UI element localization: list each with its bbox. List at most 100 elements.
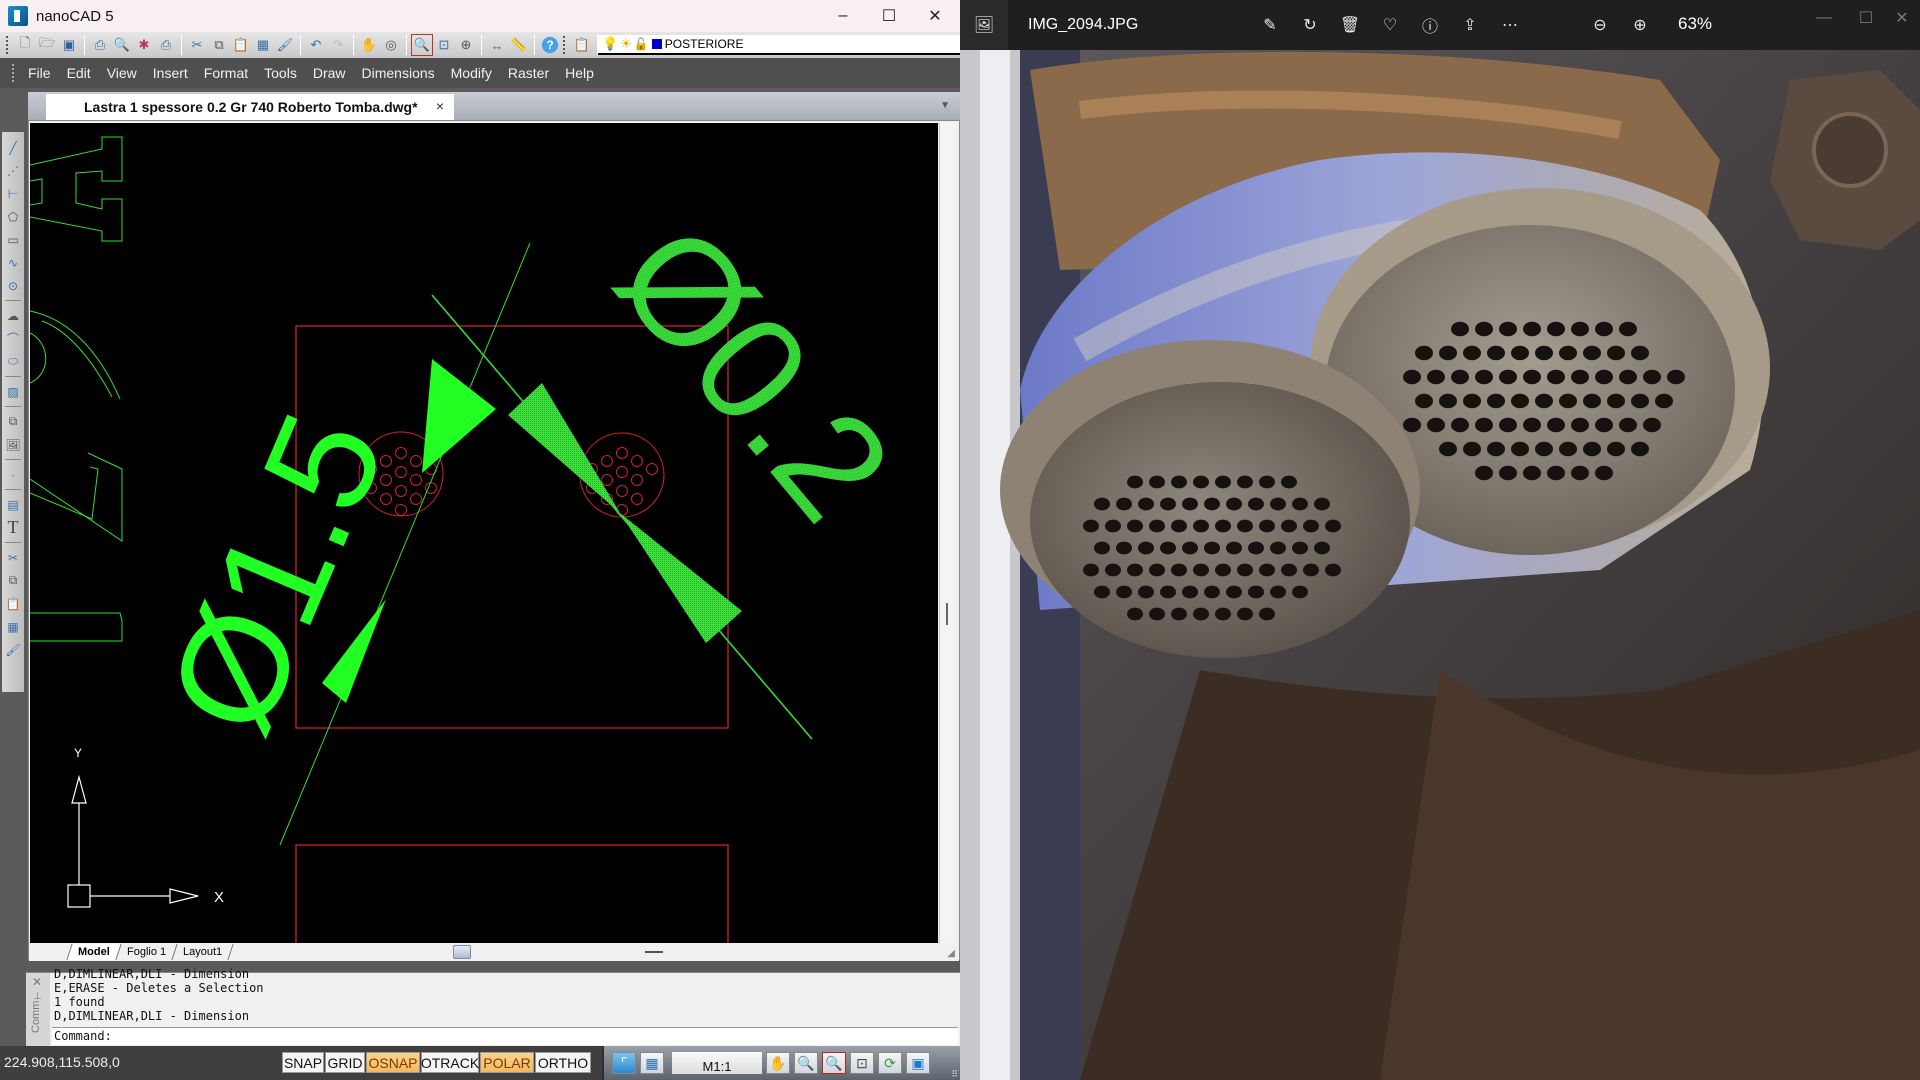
help-icon[interactable]: ? bbox=[540, 35, 560, 55]
menu-dimensions[interactable]: Dimensions bbox=[354, 65, 443, 81]
menu-view[interactable]: View bbox=[99, 65, 145, 81]
resize-grip-icon[interactable]: ◢ bbox=[947, 948, 955, 959]
more-icon[interactable]: ⋯ bbox=[1496, 12, 1524, 38]
menu-raster[interactable]: Raster bbox=[500, 65, 557, 81]
regen-icon[interactable]: ⟳ bbox=[878, 1052, 902, 1074]
ellipse-icon[interactable]: ⬭ bbox=[4, 351, 22, 372]
close-button[interactable]: ✕ bbox=[1882, 6, 1920, 30]
maximize-button[interactable]: ☐ bbox=[866, 0, 912, 32]
copy-icon[interactable]: ⧉ bbox=[4, 570, 22, 591]
zoom-in-icon[interactable]: ⊕ bbox=[1626, 12, 1654, 38]
circle-icon[interactable]: ⊙ bbox=[4, 275, 22, 296]
tab-list-dropdown-icon[interactable]: ▼ bbox=[940, 100, 950, 111]
polyline-icon[interactable]: ⋰ bbox=[4, 160, 22, 181]
menu-modify[interactable]: Modify bbox=[443, 65, 500, 81]
zoom-window-icon[interactable]: 🔍 bbox=[822, 1052, 846, 1074]
clipboard-icon[interactable]: 📋 bbox=[572, 35, 592, 55]
close-button[interactable]: ✕ bbox=[912, 0, 958, 32]
multiline-icon[interactable]: ⊢ bbox=[4, 183, 22, 204]
gallery-icon[interactable]: 🖼 bbox=[960, 0, 1008, 50]
edit-image-icon[interactable]: ✎ bbox=[1256, 12, 1284, 38]
layer-thaw-sun-icon[interactable]: ☀ bbox=[620, 36, 632, 52]
horizontal-scrollbar-thumb[interactable] bbox=[645, 951, 663, 953]
osnap-toggle[interactable]: OSNAP bbox=[366, 1052, 420, 1073]
cut-icon[interactable]: ✂ bbox=[4, 547, 22, 568]
photo-canvas[interactable] bbox=[960, 50, 1920, 1080]
rectangle-icon[interactable]: ▭ bbox=[4, 229, 22, 250]
match-properties-icon[interactable]: ▦ bbox=[253, 35, 273, 55]
plot-setup-icon[interactable]: ⎙ bbox=[156, 35, 176, 55]
minimize-button[interactable]: – bbox=[820, 0, 866, 32]
line-icon[interactable]: ╱ bbox=[4, 137, 22, 158]
undo-icon[interactable]: ↶ bbox=[306, 35, 326, 55]
drawing-canvas[interactable]: Ø1.5 Ø0.2 X Y bbox=[30, 123, 938, 943]
hatch-icon[interactable]: ▨ bbox=[4, 381, 22, 402]
polar-toggle[interactable]: POLAR bbox=[480, 1052, 534, 1073]
cloud-icon[interactable]: ☁ bbox=[4, 305, 22, 326]
close-tab-icon[interactable]: × bbox=[436, 98, 444, 114]
zoom-out-icon[interactable]: ⊖ bbox=[1586, 12, 1614, 38]
menu-grip[interactable] bbox=[12, 64, 16, 82]
document-tab[interactable]: Lastra 1 spessore 0.2 Gr 740 Roberto Tom… bbox=[46, 94, 454, 120]
polygon-icon[interactable]: ⬠ bbox=[4, 206, 22, 227]
text-icon[interactable]: T bbox=[4, 517, 22, 538]
cut-icon[interactable]: ✂ bbox=[187, 35, 207, 55]
arc-icon[interactable]: ⌒ bbox=[4, 328, 22, 349]
publish-icon[interactable]: ✱ bbox=[134, 35, 154, 55]
save-icon[interactable]: ▣ bbox=[59, 35, 79, 55]
close-panel-icon[interactable]: ✕ bbox=[32, 975, 42, 989]
vertical-scrollbar[interactable] bbox=[939, 123, 955, 943]
layer-on-bulb-icon[interactable]: 💡 bbox=[602, 36, 618, 52]
pan-icon[interactable]: ✋ bbox=[359, 35, 379, 55]
new-file-icon[interactable]: 🗋 bbox=[15, 35, 35, 55]
layer-dropdown[interactable]: 💡 ☀ 🔓 POSTERIORE bbox=[598, 35, 960, 55]
insert-image-icon[interactable]: 🖼 bbox=[4, 434, 22, 455]
rotate-icon[interactable]: ↻ bbox=[1296, 12, 1324, 38]
print-preview-icon[interactable]: 🔍 bbox=[112, 35, 132, 55]
zoom-realtime-icon[interactable]: 🔍 bbox=[794, 1052, 818, 1074]
model-space-icon[interactable]: ▦ bbox=[640, 1052, 664, 1074]
open-folder-icon[interactable]: 🗁 bbox=[37, 35, 57, 55]
layout-tab-model[interactable]: Model bbox=[66, 944, 122, 960]
snap-toggle[interactable]: SNAP bbox=[282, 1052, 324, 1073]
menu-insert[interactable]: Insert bbox=[145, 65, 196, 81]
scrollbar-thumb[interactable] bbox=[946, 603, 948, 625]
orbit-icon[interactable]: ◎ bbox=[381, 35, 401, 55]
zoom-realtime-icon[interactable]: ⊕ bbox=[456, 35, 476, 55]
properties-icon[interactable]: ▦ bbox=[4, 616, 22, 637]
paste-icon[interactable]: 📋 bbox=[231, 35, 251, 55]
copy-icon[interactable]: ⧉ bbox=[209, 35, 229, 55]
layout-settings-icon[interactable] bbox=[453, 945, 471, 959]
menu-tools[interactable]: Tools bbox=[256, 65, 305, 81]
toolbar-grip[interactable] bbox=[6, 36, 10, 54]
insert-block-icon[interactable]: ⧉ bbox=[4, 411, 22, 432]
menu-format[interactable]: Format bbox=[196, 65, 256, 81]
maximize-button[interactable]: ☐ bbox=[1846, 6, 1886, 30]
brush-icon[interactable]: 🖌 bbox=[4, 639, 22, 660]
ortho-toggle[interactable]: ORTHO bbox=[535, 1052, 591, 1073]
zoom-extents-icon[interactable]: ⊡ bbox=[434, 35, 454, 55]
layout-tab-layout1[interactable]: Layout1 bbox=[171, 944, 234, 960]
brush-icon[interactable]: 🖌 bbox=[275, 35, 295, 55]
menu-help[interactable]: Help bbox=[557, 65, 602, 81]
resize-grip-icon[interactable]: ⠿ bbox=[951, 1069, 958, 1080]
plot-icon[interactable]: ⎙ bbox=[90, 35, 110, 55]
layer-unlock-icon[interactable]: 🔓 bbox=[634, 37, 649, 51]
otrack-toggle[interactable]: OTRACK bbox=[421, 1052, 479, 1073]
layout-tab-foglio-1[interactable]: Foglio 1 bbox=[115, 944, 178, 960]
zoom-window-icon[interactable]: 🔍 bbox=[411, 34, 433, 56]
share-icon[interactable]: ⇪ bbox=[1456, 12, 1484, 38]
favorite-icon[interactable]: ♡ bbox=[1376, 12, 1404, 38]
menu-file[interactable]: File bbox=[20, 65, 59, 81]
toolbar-grip[interactable] bbox=[563, 36, 567, 54]
dimension-icon[interactable]: ↔ bbox=[487, 35, 507, 55]
menu-draw[interactable]: Draw bbox=[305, 65, 354, 81]
delete-icon[interactable]: 🗑 bbox=[1336, 12, 1364, 38]
minimize-button[interactable]: — bbox=[1804, 6, 1844, 30]
table-icon[interactable]: ▤ bbox=[4, 494, 22, 515]
redo-icon[interactable]: ↷ bbox=[328, 35, 348, 55]
lineweight-icon[interactable]: ⌜ bbox=[612, 1052, 636, 1074]
paste-icon[interactable]: 📋 bbox=[4, 593, 22, 614]
pan-icon[interactable]: ✋ bbox=[766, 1052, 790, 1074]
menu-edit[interactable]: Edit bbox=[59, 65, 99, 81]
